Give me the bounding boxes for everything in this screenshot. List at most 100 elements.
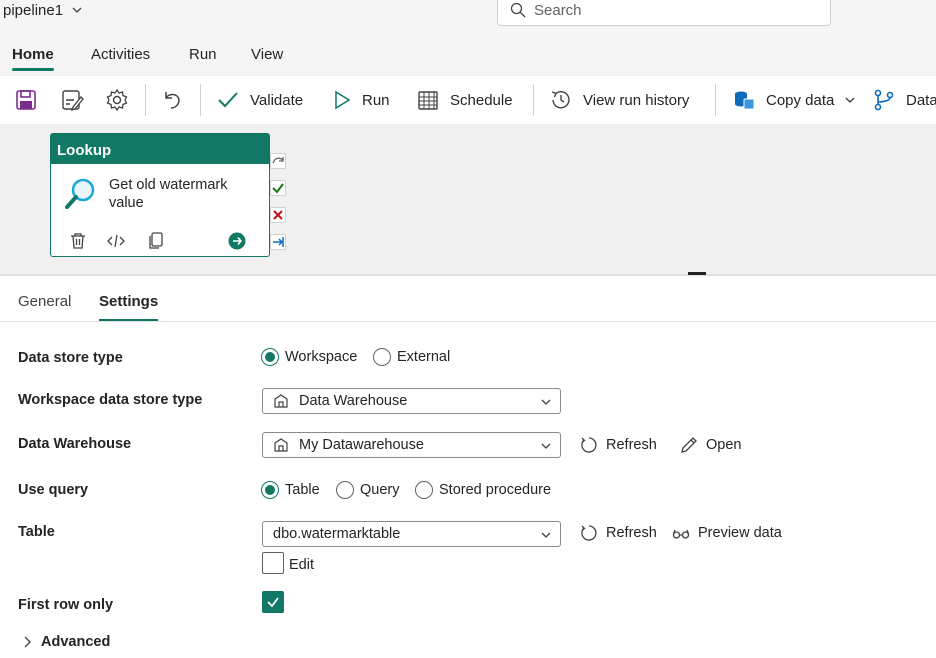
success-connector-icon[interactable] <box>270 180 286 196</box>
radio-external[interactable]: External <box>373 348 450 366</box>
schedule-label: Schedule <box>450 91 513 109</box>
code-icon[interactable] <box>107 232 125 250</box>
tab-settings[interactable]: Settings <box>99 293 159 321</box>
select-value: Data Warehouse <box>299 393 408 409</box>
activity-name: Get old watermark value <box>109 177 228 211</box>
tab-general[interactable]: General <box>18 293 71 310</box>
calendar-icon <box>418 91 438 110</box>
tab-home[interactable]: Home <box>12 46 54 71</box>
checkmark-icon <box>218 92 238 108</box>
open-label: Open <box>706 437 742 453</box>
radio-label: Workspace <box>285 349 358 365</box>
validate-label: Validate <box>250 91 304 109</box>
schedule-button[interactable]: Schedule <box>416 87 513 113</box>
copy-icon[interactable] <box>147 232 165 250</box>
chevron-down-icon <box>541 443 551 449</box>
copy-data-label: Copy data <box>766 91 835 109</box>
radio-label: Stored procedure <box>439 482 552 498</box>
run-button[interactable]: Run <box>332 87 390 113</box>
advanced-label: Advanced <box>41 634 111 650</box>
pipeline-name-dropdown[interactable]: pipeline1 <box>3 0 83 20</box>
toolbar-separator <box>145 84 146 116</box>
chevron-right-icon <box>24 636 31 648</box>
warehouse-icon <box>274 438 288 452</box>
radio-button[interactable] <box>415 481 433 499</box>
preview-data-label: Preview data <box>698 525 782 541</box>
settings-gear-icon[interactable] <box>105 88 129 112</box>
radio-label: Table <box>285 482 320 498</box>
save-icon[interactable] <box>14 88 38 112</box>
copy-data-icon <box>735 91 755 110</box>
validate-button[interactable]: Validate <box>216 87 303 113</box>
view-run-history-label: View run history <box>583 91 690 109</box>
view-run-history-button[interactable]: View run history <box>549 87 689 113</box>
radio-button[interactable] <box>373 348 391 366</box>
radio-button[interactable] <box>336 481 354 499</box>
pencil-icon <box>681 437 697 453</box>
search-box[interactable]: Search <box>497 0 831 26</box>
first-row-only-checkbox[interactable] <box>262 591 284 613</box>
ribbon-tabs: Home Activities Run View <box>0 36 936 76</box>
properties-tabs: General Settings <box>0 284 936 322</box>
toolbar: Validate Run Schedule View run history C… <box>0 76 936 124</box>
toolbar-separator <box>533 84 534 116</box>
table-label: Table <box>18 524 55 540</box>
tab-run[interactable]: Run <box>189 46 217 63</box>
toolbar-separator <box>715 84 716 116</box>
history-icon <box>551 91 570 109</box>
tab-view[interactable]: View <box>251 46 283 63</box>
dataflow-label: Data <box>906 91 936 109</box>
run-label: Run <box>362 91 390 109</box>
dataflow-button[interactable]: Data <box>872 87 936 113</box>
undo-icon[interactable] <box>160 88 184 112</box>
workspace-store-type-select[interactable]: Data Warehouse <box>262 388 561 414</box>
pipeline-name: pipeline1 <box>3 1 64 19</box>
top-bar: pipeline1 Search <box>0 0 936 36</box>
radio-label: External <box>397 349 451 365</box>
first-row-only-label: First row only <box>18 597 114 613</box>
data-warehouse-select[interactable]: My Datawarehouse <box>262 432 561 458</box>
save-as-icon[interactable] <box>60 88 84 112</box>
preview-data-button[interactable]: Preview data <box>672 524 782 542</box>
refresh-label: Refresh <box>606 437 657 453</box>
failure-connector-icon[interactable] <box>270 207 286 223</box>
refresh-icon <box>581 525 597 541</box>
panel-resize-handle[interactable] <box>688 272 706 275</box>
completion-connector-icon[interactable] <box>270 234 286 250</box>
radio-button[interactable] <box>261 481 279 499</box>
warehouse-refresh-button[interactable]: Refresh <box>580 436 657 454</box>
warehouse-icon <box>274 394 288 408</box>
select-value: My Datawarehouse <box>299 437 424 453</box>
radio-button[interactable] <box>261 348 279 366</box>
lookup-magnifier-icon <box>65 178 95 209</box>
warehouse-open-button[interactable]: Open <box>680 436 741 454</box>
navigate-arrow-icon[interactable] <box>228 232 246 250</box>
delete-icon[interactable] <box>69 232 87 250</box>
edit-checkbox[interactable] <box>262 552 284 574</box>
select-value: dbo.watermarktable <box>273 526 401 542</box>
radio-query[interactable]: Query <box>336 481 400 499</box>
activity-type: Lookup <box>51 134 269 164</box>
copy-data-button[interactable]: Copy data <box>732 87 856 113</box>
chevron-down-icon <box>541 399 551 405</box>
checkmark-icon <box>267 597 279 608</box>
table-select[interactable]: dbo.watermarktable <box>262 521 561 547</box>
tab-activities[interactable]: Activities <box>91 46 150 63</box>
data-store-type-label: Data store type <box>18 350 123 366</box>
table-refresh-button[interactable]: Refresh <box>580 524 657 542</box>
dataflow-icon <box>874 89 894 111</box>
search-icon <box>510 2 526 18</box>
workspace-store-type-label: Workspace data store type <box>18 392 203 408</box>
lookup-activity-card[interactable]: Lookup Get old watermark value <box>50 133 270 257</box>
chevron-down-icon <box>72 7 82 13</box>
radio-label: Query <box>360 482 400 498</box>
chevron-down-icon <box>845 97 855 103</box>
advanced-expander[interactable]: Advanced <box>22 634 110 650</box>
radio-stored-procedure[interactable]: Stored procedure <box>415 481 551 499</box>
radio-table[interactable]: Table <box>261 481 320 499</box>
toolbar-separator <box>200 84 201 116</box>
refresh-label: Refresh <box>606 525 657 541</box>
skip-connector-icon[interactable] <box>270 153 286 169</box>
radio-workspace[interactable]: Workspace <box>261 348 357 366</box>
play-icon <box>335 90 351 110</box>
